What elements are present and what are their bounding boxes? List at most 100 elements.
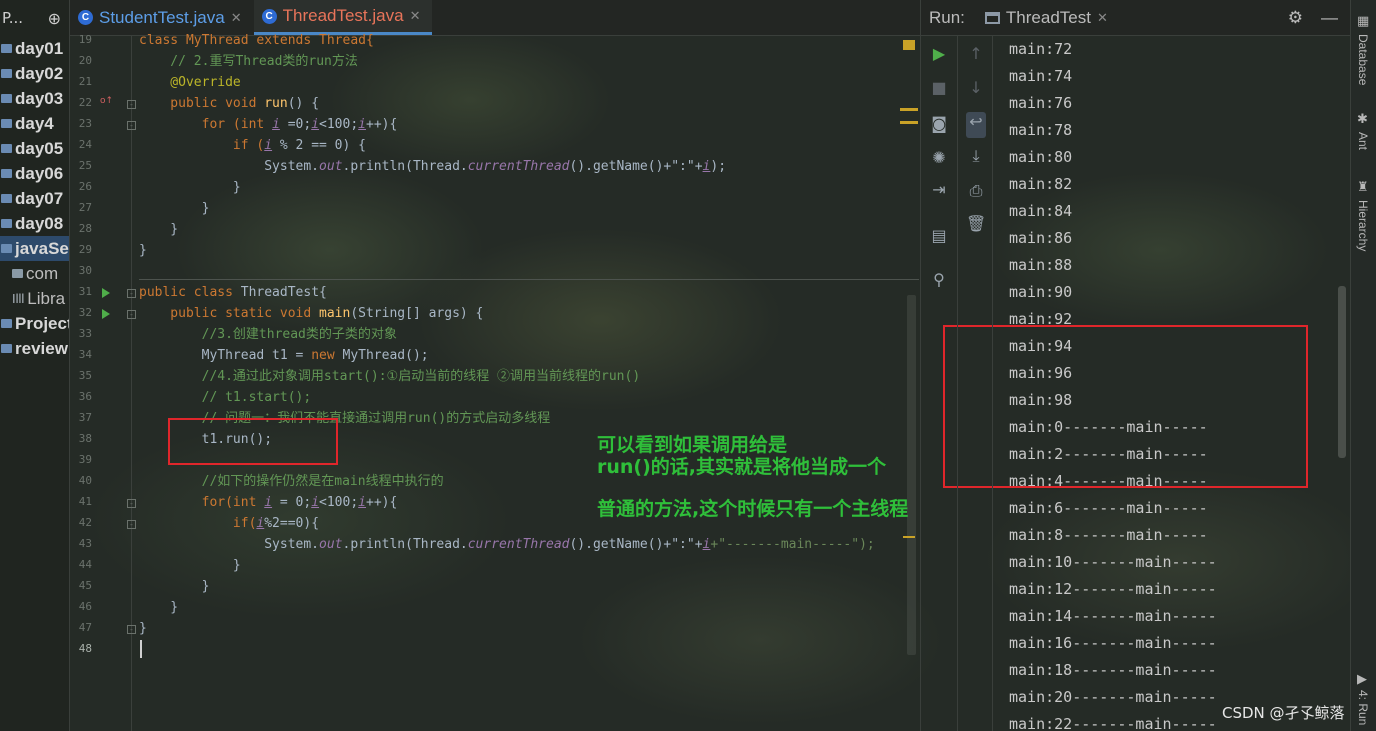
analysis-status-marker[interactable] xyxy=(903,40,915,50)
line-number: 30 xyxy=(78,264,92,277)
layout-icon[interactable]: ▤ xyxy=(929,226,949,245)
console-line: main:78 xyxy=(1009,121,1073,139)
console-line: main:20-------main----- xyxy=(1009,688,1217,706)
folder-icon xyxy=(1,94,12,103)
soft-wrap-icon[interactable]: ↩ xyxy=(966,112,986,138)
camera-icon[interactable]: ◙ xyxy=(929,114,949,133)
sidebar-item-day07[interactable]: day07 xyxy=(0,186,69,211)
code-line: } xyxy=(139,180,241,195)
code-line: for (int i =0;i<100;i++){ xyxy=(139,117,398,132)
scroll-to-end-icon[interactable]: ⤓ xyxy=(966,146,986,166)
console-line: main:0-------main----- xyxy=(1009,418,1208,436)
line-number: 42 xyxy=(78,516,92,529)
console-scrollbar[interactable] xyxy=(1338,286,1346,458)
console-line: main:8-------main----- xyxy=(1009,526,1208,544)
run-main-icon[interactable] xyxy=(102,309,110,319)
line-number: 25 xyxy=(78,159,92,172)
console-line: main:86 xyxy=(1009,229,1073,247)
project-header[interactable]: P... ⊕ xyxy=(0,0,69,36)
hierarchy-tool-button[interactable]: Hierarchy xyxy=(1356,200,1370,251)
editor-scrollbar[interactable] xyxy=(907,295,916,655)
package-folder-icon xyxy=(12,269,23,278)
warning-stripe[interactable] xyxy=(903,536,915,538)
code-line: // 2.重写Thread类的run方法 xyxy=(139,54,358,69)
arrow-up-icon[interactable]: ↑ xyxy=(966,44,986,63)
line-number: 34 xyxy=(78,348,92,361)
code-line: } xyxy=(139,579,210,594)
sidebar-item-day4[interactable]: day4 xyxy=(0,111,69,136)
line-number: 31 xyxy=(78,285,92,298)
line-number: 33 xyxy=(78,327,92,340)
fold-icon[interactable]: - xyxy=(127,625,136,634)
sidebar-item-javaser[interactable]: javaSer xyxy=(0,236,69,261)
line-number: 23 xyxy=(78,117,92,130)
stop-icon[interactable]: ■ xyxy=(929,78,949,97)
console-line: main:14-------main----- xyxy=(1009,607,1217,625)
folder-icon xyxy=(1,44,12,53)
line-number: 22 xyxy=(78,96,92,109)
code-line: for(int i = 0;i<100;i++){ xyxy=(139,495,398,510)
line-number: 19 xyxy=(78,33,92,46)
minimize-icon[interactable]: — xyxy=(1321,8,1338,28)
sidebar-item-project[interactable]: Project xyxy=(0,311,69,336)
code-editor[interactable]: class MyThread extends Thread{ // 2.重写Th… xyxy=(139,33,904,731)
ant-tool-button[interactable]: Ant xyxy=(1356,132,1370,150)
editor-gutter[interactable]: 19 20 21 22 23 24 25 26 27 28 29 30 31 3… xyxy=(70,33,136,731)
folder-icon xyxy=(1,194,12,203)
line-number: 43 xyxy=(78,537,92,550)
sidebar-item-day06[interactable]: day06 xyxy=(0,161,69,186)
console-line: main:96 xyxy=(1009,364,1073,382)
sidebar-item-libraries[interactable]: Illl Libra xyxy=(0,286,69,311)
run-tool-button[interactable]: 4: Run xyxy=(1356,690,1370,725)
sidebar-item-day01[interactable]: day01 xyxy=(0,36,69,61)
sidebar-item-day03[interactable]: day03 xyxy=(0,86,69,111)
folder-icon xyxy=(1,344,12,353)
run-tab-threadtest[interactable]: ThreadTest ✕ xyxy=(984,8,1108,28)
code-line: //如下的操作仍然是在main线程中执行的 xyxy=(139,474,444,489)
close-icon[interactable]: ✕ xyxy=(410,8,421,24)
override-icon[interactable]: o↑ xyxy=(100,96,113,106)
sidebar-item-review[interactable]: reviewl xyxy=(0,336,69,361)
sidebar-item-day05[interactable]: day05 xyxy=(0,136,69,161)
warning-stripe[interactable] xyxy=(900,121,918,124)
sidebar-item-day08[interactable]: day08 xyxy=(0,211,69,236)
fold-icon[interactable]: - xyxy=(127,310,136,319)
line-number: 21 xyxy=(78,75,92,88)
console-line: main:80 xyxy=(1009,148,1073,166)
gear-icon[interactable]: ⚙ xyxy=(1288,8,1303,28)
fold-icon[interactable]: - xyxy=(127,121,136,130)
trash-icon[interactable]: 🗑 xyxy=(966,214,986,233)
close-icon[interactable]: ✕ xyxy=(1097,10,1108,26)
sidebar-item-com[interactable]: com xyxy=(0,261,69,286)
debug-icon[interactable]: ✺ xyxy=(929,148,949,167)
line-number: 27 xyxy=(78,201,92,214)
crosshair-icon[interactable]: ⊕ xyxy=(48,9,61,28)
close-icon[interactable]: ✕ xyxy=(231,10,242,26)
console-line: main:2-------main----- xyxy=(1009,445,1208,463)
method-separator xyxy=(139,279,919,280)
fold-icon[interactable]: - xyxy=(127,289,136,298)
run-class-icon[interactable] xyxy=(102,288,110,298)
line-number: 24 xyxy=(78,138,92,151)
code-line: // t1.start(); xyxy=(139,390,312,405)
sidebar-item-day02[interactable]: day02 xyxy=(0,61,69,86)
line-number: 40 xyxy=(78,474,92,487)
pin-icon[interactable]: ⚲ xyxy=(929,270,949,289)
console-output[interactable]: main:72 main:74 main:76 main:78 main:80 … xyxy=(994,36,1339,731)
line-number: 47 xyxy=(78,621,92,634)
console-icon xyxy=(984,11,1000,24)
code-line: } xyxy=(139,558,241,573)
fold-icon[interactable]: - xyxy=(127,520,136,529)
database-tool-button[interactable]: Database xyxy=(1356,34,1370,85)
fold-icon[interactable]: - xyxy=(127,499,136,508)
exit-icon[interactable]: ⇥ xyxy=(929,180,949,199)
line-number: 36 xyxy=(78,390,92,403)
console-line: main:94 xyxy=(1009,337,1073,355)
fold-icon[interactable]: - xyxy=(127,100,136,109)
warning-stripe[interactable] xyxy=(900,108,918,111)
arrow-down-icon[interactable]: ↓ xyxy=(966,78,986,97)
code-line: } xyxy=(139,243,147,258)
code-line: class MyThread extends Thread{ xyxy=(139,33,374,48)
rerun-icon[interactable]: ▶ xyxy=(929,44,949,63)
print-icon[interactable]: ⎙ xyxy=(966,181,986,201)
